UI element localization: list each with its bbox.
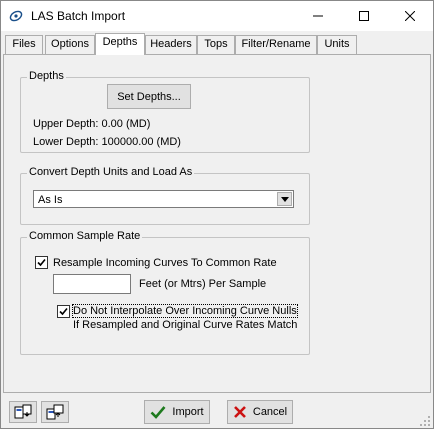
close-icon	[405, 11, 415, 21]
close-button[interactable]	[387, 1, 433, 31]
sample-rate-group-title: Common Sample Rate	[27, 230, 143, 242]
tab-strip: Files Options Depths Headers Tops Filter…	[3, 33, 433, 55]
tab-units[interactable]: Units	[317, 35, 357, 54]
maximize-button[interactable]	[341, 1, 387, 31]
cancel-button[interactable]: Cancel	[227, 400, 293, 424]
resize-grip-icon[interactable]	[419, 415, 431, 427]
title-bar[interactable]: LAS Batch Import	[1, 1, 433, 31]
resample-label: Resample Incoming Curves To Common Rate	[53, 257, 277, 269]
tab-label: Headers	[150, 38, 192, 50]
tab-label: Tops	[204, 38, 228, 50]
tab-label: Options	[51, 38, 89, 50]
tab-depths[interactable]: Depths	[95, 33, 145, 55]
sample-rate-input[interactable]	[53, 274, 131, 294]
import-button[interactable]: Import	[144, 400, 210, 424]
depths-group-title: Depths	[27, 70, 66, 82]
upper-depth-text: Upper Depth: 0.00 (MD)	[33, 118, 151, 130]
tab-tops[interactable]: Tops	[197, 35, 235, 54]
sample-rate-group: Common Sample Rate Resample Incoming Cur…	[20, 230, 310, 355]
cancel-label: Cancel	[252, 406, 288, 418]
load-as-dropdown[interactable]: As Is	[33, 190, 294, 208]
tab-label: Depths	[102, 36, 138, 48]
load-settings-button[interactable]	[9, 401, 37, 423]
checkmark-icon	[59, 307, 68, 316]
depths-group: Depths Set Depths... Upper Depth: 0.00 (…	[20, 70, 310, 153]
save-settings-button[interactable]	[41, 401, 69, 423]
set-depths-button[interactable]: Set Depths...	[107, 84, 191, 109]
import-label: Import	[172, 406, 204, 418]
depths-tab-page: Depths Set Depths... Upper Depth: 0.00 (…	[3, 55, 431, 393]
resample-checkbox[interactable]	[35, 256, 48, 269]
no-interpolate-label: Do Not Interpolate Over Incoming Curve N…	[72, 304, 298, 318]
window-title: LAS Batch Import	[31, 9, 126, 23]
convert-units-group: Convert Depth Units and Load As As Is	[20, 166, 310, 225]
tab-headers[interactable]: Headers	[145, 35, 197, 54]
tab-label: Files	[12, 38, 36, 50]
load-settings-icon	[14, 404, 32, 419]
convert-units-group-title: Convert Depth Units and Load As	[27, 166, 195, 178]
checkmark-icon	[37, 258, 46, 267]
checkmark-icon	[150, 406, 166, 419]
las-batch-import-window: LAS Batch Import Files Options Depths He…	[0, 0, 434, 429]
minimize-icon	[313, 15, 323, 17]
no-interpolate-note: If Resampled and Original Curve Rates Ma…	[73, 319, 298, 331]
sample-rate-unit-label: Feet (or Mtrs) Per Sample	[139, 278, 267, 290]
tab-options[interactable]: Options	[45, 35, 95, 54]
load-as-selected: As Is	[38, 194, 63, 206]
maximize-icon	[359, 11, 369, 21]
tab-filter-rename[interactable]: Filter/Rename	[235, 35, 317, 54]
tab-label: Filter/Rename	[241, 38, 311, 50]
save-settings-icon	[46, 404, 64, 420]
tab-files[interactable]: Files	[5, 35, 43, 54]
no-interpolate-checkbox[interactable]	[57, 305, 70, 318]
x-icon	[233, 406, 246, 418]
app-icon	[9, 10, 23, 22]
chevron-down-icon[interactable]	[277, 192, 292, 206]
minimize-button[interactable]	[295, 1, 341, 31]
tab-label: Units	[324, 38, 350, 50]
lower-depth-text: Lower Depth: 100000.00 (MD)	[33, 136, 181, 148]
